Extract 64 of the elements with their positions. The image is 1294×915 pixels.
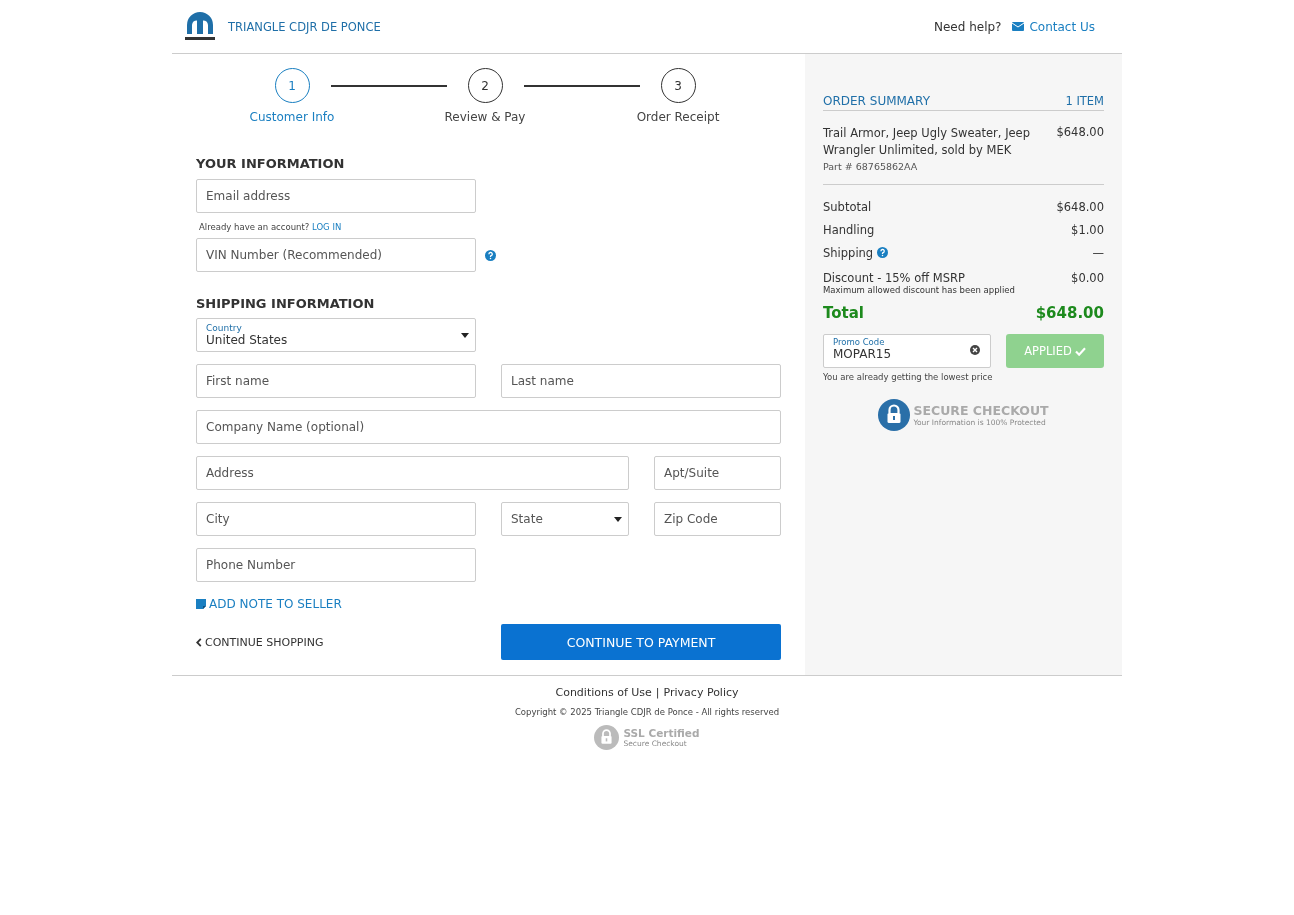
summary-label: Handling [823, 222, 875, 237]
chevron-left-icon [196, 637, 202, 647]
lock-icon [878, 399, 911, 431]
summary-label: Subtotal [823, 199, 872, 214]
section-heading: SHIPPING INFORMATION [196, 296, 376, 311]
item-count: 1 ITEM [1065, 94, 1104, 108]
item-price: $648.00 [1056, 125, 1104, 141]
step-circle: 3 [660, 68, 696, 103]
text-field[interactable]: Phone Number [196, 548, 476, 582]
continue-button[interactable]: CONTINUE TO PAYMENT [501, 624, 781, 660]
caret-icon [461, 333, 469, 338]
text-field[interactable]: Company Name (optional) [196, 410, 781, 444]
summary-heading: ORDER SUMMARY [823, 94, 930, 108]
link-separator: | [655, 686, 660, 699]
contact-link[interactable]: Contact Us [1012, 19, 1095, 34]
caret-icon [614, 517, 622, 522]
footer-link[interactable]: Conditions of Use [555, 686, 652, 699]
clear-icon[interactable] [970, 345, 980, 355]
continue-shopping-link[interactable]: CONTINUE SHOPPING [196, 635, 324, 649]
summary-label: Shipping [823, 245, 874, 260]
note-icon [196, 599, 206, 609]
email-field[interactable]: Email address [196, 179, 476, 213]
total-label: Total [823, 304, 864, 322]
promo-note: You are already getting the lowest price [823, 372, 994, 382]
secure-title: SECURE CHECKOUT [913, 403, 1049, 418]
step-label: Customer Info [249, 110, 335, 124]
copyright-text: Copyright © 2025 Triangle CDJR de Ponce - All rights reserved [514, 707, 780, 717]
lock-icon [594, 725, 620, 750]
mail-icon [1012, 22, 1025, 31]
ssl-title: SSL Certified [623, 727, 700, 739]
logo-icon [184, 11, 216, 42]
item-name: Trail Armor, Jeep Ugly Sweater, Jeep Wrangler Unlimited, sold by MEK [823, 125, 1031, 159]
add-note-link[interactable]: ADD NOTE TO SELLER [196, 597, 342, 611]
dealer-name: TRIANGLE CDJR DE PONCE [228, 19, 381, 34]
login-link[interactable]: LOG IN [312, 222, 342, 232]
step-label: Review & Pay [444, 110, 526, 124]
discount-label: Discount - 15% off MSRP [823, 271, 966, 285]
summary-value: — [1092, 245, 1104, 260]
discount-value: $0.00 [1071, 271, 1104, 287]
help-icon[interactable] [877, 247, 889, 258]
text-field[interactable]: First name [196, 364, 476, 398]
part-number: Part # 68765862AA [823, 161, 919, 172]
step-circle: 2 [467, 68, 503, 103]
text-field[interactable]: Address [196, 456, 629, 490]
discount-note: Maximum allowed discount has been applied [823, 285, 1015, 295]
help-text: Need help? [933, 19, 1002, 34]
select-field[interactable]: State [501, 502, 629, 536]
section-heading: YOUR INFORMATION [196, 156, 346, 171]
promo-code-field[interactable]: Promo Code MOPAR15 [823, 334, 991, 368]
vin-field[interactable]: VIN Number (Recommended) [196, 238, 476, 272]
step-label: Order Receipt [636, 110, 720, 124]
select-field[interactable]: Country United States [196, 318, 476, 352]
help-icon[interactable] [485, 249, 496, 261]
summary-value: $1.00 [1071, 222, 1104, 237]
text-field[interactable]: Last name [501, 364, 781, 398]
text-field[interactable]: Zip Code [654, 502, 781, 536]
text-field[interactable]: Apt/Suite [654, 456, 781, 490]
check-icon [1074, 346, 1086, 356]
text-field[interactable]: City [196, 502, 476, 536]
total-value: $648.00 [1035, 304, 1104, 322]
step-circle: 1 [274, 68, 310, 103]
summary-value: $648.00 [1056, 199, 1104, 214]
footer-link[interactable]: Privacy Policy [663, 686, 739, 699]
account-prompt: Already have an account? LOG IN [199, 222, 343, 232]
